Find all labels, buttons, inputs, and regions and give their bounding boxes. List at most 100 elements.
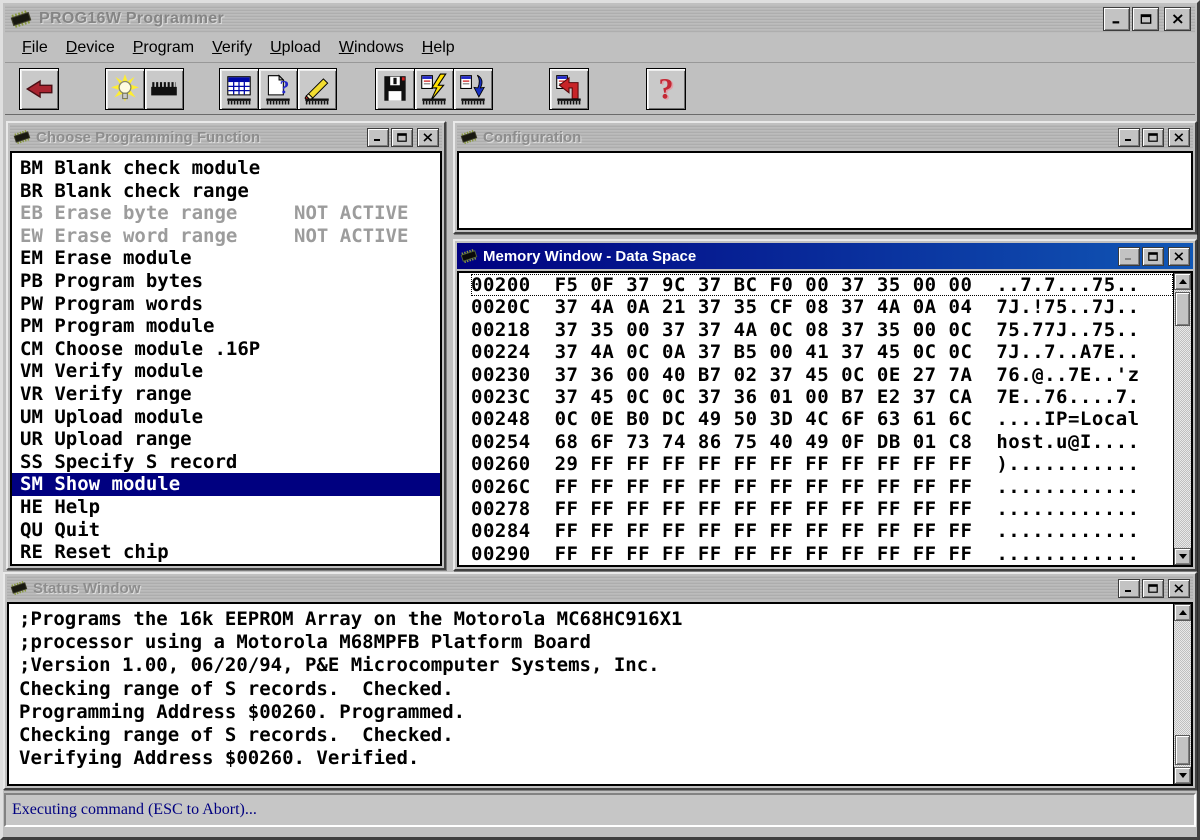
function-item-vr[interactable]: VR Verify range: [12, 383, 440, 406]
menu-item-windows[interactable]: Windows: [330, 37, 413, 59]
function-item-he[interactable]: HE Help: [12, 496, 440, 519]
help-button[interactable]: ? ?: [646, 68, 686, 110]
maximize-button[interactable]: [391, 128, 413, 147]
close-button[interactable]: [1168, 247, 1190, 266]
memory-row-00248[interactable]: 00248 0C 0E B0 DC 49 50 3D 4C 6F 63 61 6…: [471, 408, 1173, 430]
function-item-sm[interactable]: SM Show module: [12, 473, 440, 496]
function-item-pm[interactable]: PM Program module: [12, 315, 440, 338]
memory-row-00290[interactable]: 00290 FF FF FF FF FF FF FF FF FF FF FF F…: [471, 543, 1173, 565]
function-item-em[interactable]: EM Erase module: [12, 247, 440, 270]
memory-row-00230[interactable]: 00230 37 36 00 40 B7 02 37 45 0C 0E 27 7…: [471, 364, 1173, 386]
window-chip-icon: [460, 248, 478, 264]
function-item-um[interactable]: UM Upload module: [12, 406, 440, 429]
status-line-2: ;Version 1.00, 06/20/94, P&E Microcomput…: [19, 654, 1173, 677]
close-button[interactable]: [417, 128, 439, 147]
memory-row-00260[interactable]: 00260 29 FF FF FF FF FF FF FF FF FF FF F…: [471, 453, 1173, 475]
scroll-down-button[interactable]: [1174, 548, 1191, 565]
close-button[interactable]: [1168, 579, 1190, 598]
minimize-button[interactable]: [1118, 247, 1140, 266]
memory-row-0026C[interactable]: 0026C FF FF FF FF FF FF FF FF FF FF FF F…: [471, 476, 1173, 498]
function-item-pw[interactable]: PW Program words: [12, 293, 440, 316]
status-window: Status Window ;Programs the 16k EEPROM A…: [3, 572, 1197, 790]
maximize-button[interactable]: [1132, 7, 1159, 31]
menu-item-device[interactable]: Device: [57, 37, 124, 59]
status-line-5: Checking range of S records. Checked.: [19, 724, 1173, 747]
function-item-ss[interactable]: SS Specify S record: [12, 451, 440, 474]
function-window-titlebar[interactable]: Choose Programming Function: [10, 125, 442, 149]
memory-row-00284[interactable]: 00284 FF FF FF FF FF FF FF FF FF FF FF F…: [471, 520, 1173, 542]
minimize-button[interactable]: [367, 128, 389, 147]
back-arrow-button[interactable]: [19, 68, 59, 110]
maximize-button[interactable]: [1142, 247, 1164, 266]
status-bar-text: Executing command (ESC to Abort)...: [12, 801, 257, 819]
function-item-bm[interactable]: BM Blank check module: [12, 157, 440, 180]
menu-item-upload[interactable]: Upload: [261, 37, 330, 59]
verify-button[interactable]: [453, 68, 493, 110]
configuration-window-titlebar[interactable]: Configuration: [457, 125, 1193, 149]
function-item-vm[interactable]: VM Verify module: [12, 360, 440, 383]
memory-row-0020C[interactable]: 0020C 37 4A 0A 21 37 35 CF 08 37 4A 0A 0…: [471, 296, 1173, 318]
main-titlebar[interactable]: PROG16W Programmer: [5, 5, 1195, 33]
upload-button[interactable]: [549, 68, 589, 110]
close-icon: [1174, 133, 1184, 142]
status-line-0: ;Programs the 16k EEPROM Array on the Mo…: [19, 608, 1173, 631]
close-button[interactable]: [1168, 128, 1190, 147]
svg-text:?: ?: [659, 73, 674, 106]
maximize-icon: [1148, 584, 1158, 593]
maximize-icon: [397, 133, 407, 142]
memory-row-0023C[interactable]: 0023C 37 45 0C 0C 37 36 01 00 B7 E2 37 C…: [471, 386, 1173, 408]
window-title: PROG16W Programmer: [39, 10, 224, 28]
minimize-button[interactable]: [1118, 128, 1140, 147]
memory-window-titlebar[interactable]: Memory Window - Data Space: [457, 243, 1193, 269]
memory-row-00218[interactable]: 00218 37 35 00 37 37 4A 0C 08 37 35 00 0…: [471, 319, 1173, 341]
function-item-br[interactable]: BR Blank check range: [12, 180, 440, 203]
erase-button[interactable]: [297, 68, 337, 110]
function-item-re[interactable]: RE Reset chip: [12, 541, 440, 564]
function-item-qu[interactable]: QU Quit: [12, 519, 440, 542]
blank-check-button[interactable]: ?: [258, 68, 298, 110]
close-button[interactable]: [1164, 7, 1191, 31]
close-icon: [1174, 584, 1184, 593]
memory-row-00200[interactable]: 00200 F5 0F 37 9C 37 BC F0 00 37 35 00 0…: [471, 274, 1173, 296]
window-chip-icon: [10, 580, 28, 596]
erase-pencil-icon: [301, 72, 333, 106]
memory-scrollbar[interactable]: [1173, 273, 1191, 565]
show-memory-button[interactable]: [219, 68, 259, 110]
minimize-button[interactable]: [1103, 7, 1130, 31]
save-button[interactable]: [375, 68, 415, 110]
maximize-icon: [1148, 133, 1158, 142]
function-item-ur[interactable]: UR Upload range: [12, 428, 440, 451]
memory-row-00254[interactable]: 00254 68 6F 73 74 86 75 40 49 0F DB 01 C…: [471, 431, 1173, 453]
maximize-button[interactable]: [1142, 579, 1164, 598]
status-scrollbar[interactable]: [1173, 604, 1191, 784]
configuration-window-title: Configuration: [483, 129, 581, 146]
arrow-down-icon: [1179, 554, 1187, 559]
function-item-eb[interactable]: EB Erase byte rangeNOT ACTIVE: [12, 202, 440, 225]
maximize-button[interactable]: [1142, 128, 1164, 147]
minimize-button[interactable]: [1118, 579, 1140, 598]
scroll-up-button[interactable]: [1174, 604, 1191, 621]
close-icon: [1172, 14, 1184, 24]
menu-item-program[interactable]: Program: [124, 37, 203, 59]
status-line-4: Programming Address $00260. Programmed.: [19, 701, 1173, 724]
function-item-cm[interactable]: CM Choose module .16P: [12, 338, 440, 361]
function-item-ew[interactable]: EW Erase word rangeNOT ACTIVE: [12, 225, 440, 248]
maximize-icon: [1148, 252, 1158, 261]
close-icon: [1174, 252, 1184, 261]
scroll-down-button[interactable]: [1174, 767, 1191, 784]
program-button[interactable]: [414, 68, 454, 110]
minimize-icon: [1124, 252, 1134, 261]
menu-item-help[interactable]: Help: [413, 37, 464, 59]
scrollbar-thumb[interactable]: [1175, 735, 1190, 765]
scroll-up-button[interactable]: [1174, 273, 1191, 290]
memory-row-00224[interactable]: 00224 37 4A 0C 0A 37 B5 00 41 37 45 0C 0…: [471, 341, 1173, 363]
function-item-pb[interactable]: PB Program bytes: [12, 270, 440, 293]
scrollbar-thumb[interactable]: [1175, 292, 1190, 326]
bulb-button[interactable]: [105, 68, 145, 110]
menu-item-file[interactable]: File: [13, 37, 57, 59]
upload-arrow-icon: [553, 72, 585, 106]
memory-row-00278[interactable]: 00278 FF FF FF FF FF FF FF FF FF FF FF F…: [471, 498, 1173, 520]
status-window-titlebar[interactable]: Status Window: [7, 576, 1193, 600]
chip-button[interactable]: [144, 68, 184, 110]
menu-item-verify[interactable]: Verify: [203, 37, 261, 59]
